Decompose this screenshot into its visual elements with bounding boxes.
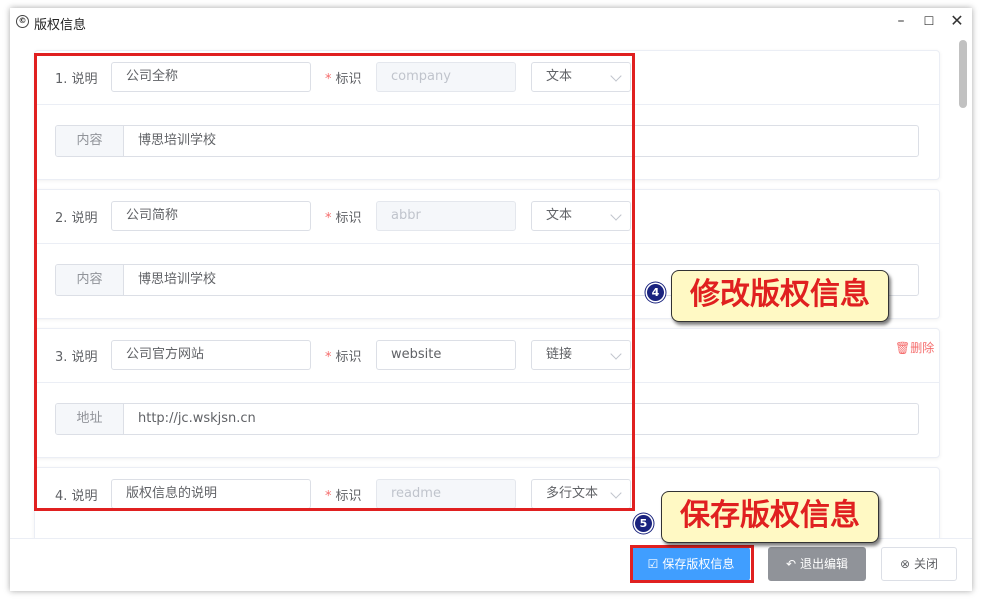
trash-icon: 🗑 <box>895 341 911 355</box>
callout-modify: 修改版权信息 <box>671 270 889 322</box>
scrollbar[interactable] <box>956 38 968 538</box>
exit-edit-button[interactable]: ↶ 退出编辑 <box>768 547 866 581</box>
callout-save: 保存版权信息 <box>661 491 879 543</box>
title-bar: © 版权信息 – ☐ ✕ <box>10 8 972 36</box>
save-highlight-box <box>630 545 754 583</box>
close-button[interactable]: ⊗ 关闭 <box>881 547 957 581</box>
delete-item-button[interactable]: 🗑删除 <box>895 339 934 356</box>
form-highlight-box <box>34 53 635 511</box>
close-circle-icon: ⊗ <box>899 557 911 571</box>
maximize-icon[interactable]: ☐ <box>918 10 940 32</box>
window-title: 版权信息 <box>34 18 87 33</box>
step-badge: 5 <box>635 515 652 532</box>
undo-icon: ↶ <box>785 557 797 571</box>
step-badge: 4 <box>647 284 664 301</box>
copyright-icon: © <box>16 15 29 28</box>
close-icon[interactable]: ✕ <box>946 10 968 32</box>
scrollbar-thumb[interactable] <box>959 40 967 108</box>
minimize-icon[interactable]: – <box>890 10 912 32</box>
